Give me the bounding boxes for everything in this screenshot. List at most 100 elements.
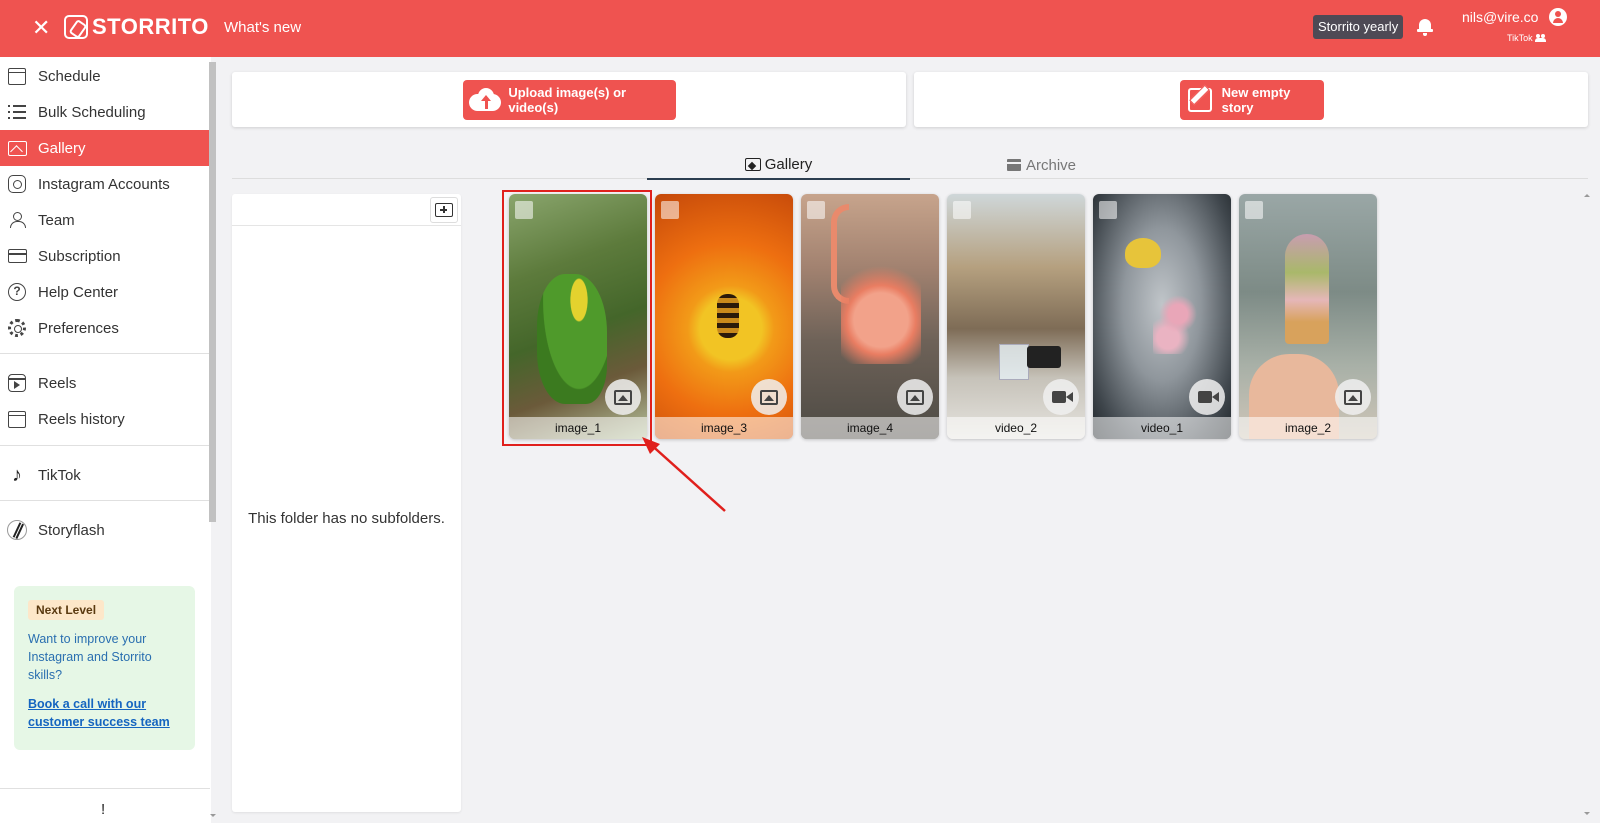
new-empty-story-button[interactable]: New empty story <box>1180 80 1324 120</box>
sidebar-item-bulk-scheduling[interactable]: Bulk Scheduling <box>0 94 210 130</box>
tab-archive[interactable]: Archive <box>910 150 1173 180</box>
media-name: image_4 <box>801 417 939 439</box>
select-checkbox[interactable] <box>807 201 825 219</box>
instagram-icon <box>6 173 28 195</box>
tab-gallery[interactable]: Gallery <box>647 150 910 180</box>
media-item-video-2[interactable]: video_2 <box>947 194 1085 439</box>
sidebar-item-preferences[interactable]: Preferences <box>0 310 210 346</box>
gear-icon <box>6 317 28 339</box>
tab-label: Gallery <box>764 155 813 173</box>
sidebar-item-label: Help Center <box>38 283 119 301</box>
sidebar-item-label: Schedule <box>38 67 101 85</box>
sidebar-divider <box>0 788 210 789</box>
sidebar-scroll-down-icon[interactable] <box>210 814 216 817</box>
image-type-button[interactable] <box>1335 379 1371 415</box>
sidebar-item-gallery[interactable]: Gallery <box>0 130 210 166</box>
list-icon <box>6 101 28 123</box>
upload-button[interactable]: Upload image(s) or video(s) <box>463 80 676 120</box>
bell-icon[interactable] <box>1417 17 1433 37</box>
cloud-upload-icon <box>469 88 502 112</box>
sidebar-divider <box>0 445 210 446</box>
image-type-button[interactable] <box>751 379 787 415</box>
calendar-icon <box>6 408 28 430</box>
image-icon <box>744 157 761 171</box>
plan-badge[interactable]: Storrito yearly <box>1313 15 1404 39</box>
upload-card: Upload image(s) or video(s) <box>232 72 906 127</box>
sidebar-item-label: Reels <box>38 374 77 392</box>
image-type-button[interactable] <box>897 379 933 415</box>
media-name: video_1 <box>1093 417 1231 439</box>
sidebar-item-reels[interactable]: Reels <box>0 365 210 401</box>
sidebar-bottom-mark[interactable]: ! <box>101 801 105 818</box>
select-checkbox[interactable] <box>1099 201 1117 219</box>
sidebar-item-label: Subscription <box>38 247 121 265</box>
media-name: video_2 <box>947 417 1085 439</box>
workspace-label: TikTok <box>1507 33 1533 43</box>
video-type-button[interactable] <box>1189 379 1225 415</box>
close-icon[interactable]: ✕ <box>32 16 50 40</box>
tab-label: Archive <box>1025 156 1077 174</box>
credit-card-icon <box>6 245 28 267</box>
sidebar-item-label: Bulk Scheduling <box>38 103 146 121</box>
no-subfolders-text: This folder has no subfolders. <box>248 510 445 527</box>
sidebar-divider <box>0 500 210 501</box>
video-camera-icon <box>1197 391 1219 403</box>
image-icon <box>1344 389 1362 405</box>
reels-icon <box>6 372 28 394</box>
select-checkbox[interactable] <box>661 201 679 219</box>
sidebar-item-storyflash[interactable]: Storyflash <box>0 512 210 548</box>
sidebar-item-help-center[interactable]: ? Help Center <box>0 274 210 310</box>
sidebar-scrollbar[interactable] <box>209 62 216 522</box>
sidebar-divider <box>0 353 210 354</box>
new-folder-button[interactable] <box>430 197 458 223</box>
edit-icon <box>1188 88 1212 112</box>
content-scroll-down-icon[interactable] <box>1584 812 1590 815</box>
account-circle-icon[interactable] <box>1549 8 1567 26</box>
storyflash-icon <box>6 519 28 541</box>
content-scroll-up-icon[interactable] <box>1584 194 1590 197</box>
team-icon <box>6 209 28 231</box>
promo-text: Want to improve your Instagram and Storr… <box>28 632 152 682</box>
sidebar-item-schedule[interactable]: Schedule <box>0 58 210 94</box>
select-checkbox[interactable] <box>1245 201 1263 219</box>
user-workspace[interactable]: TikTok <box>1507 33 1547 43</box>
sidebar-item-label: Instagram Accounts <box>38 175 170 193</box>
promo-card: Next Level Want to improve your Instagra… <box>14 586 195 750</box>
logo-icon <box>64 15 88 39</box>
top-bar: ✕ STORRITO What's new Storrito yearly ni… <box>0 0 1600 57</box>
sidebar-item-label: Team <box>38 211 75 229</box>
tiktok-icon: ♪ <box>12 464 22 486</box>
sidebar-item-tiktok[interactable]: ♪ TikTok <box>0 457 210 493</box>
folder-panel: This folder has no subfolders. <box>232 194 461 812</box>
sidebar-item-label: Gallery <box>38 139 86 157</box>
media-item-image-4[interactable]: image_4 <box>801 194 939 439</box>
sidebar-item-label: Storyflash <box>38 521 105 539</box>
media-item-image-2[interactable]: image_2 <box>1239 194 1377 439</box>
people-icon <box>1534 34 1547 42</box>
new-story-button-label: New empty story <box>1221 85 1291 115</box>
image-icon <box>906 389 924 405</box>
annotation-arrow <box>642 437 726 512</box>
select-checkbox[interactable] <box>953 201 971 219</box>
archive-icon <box>1006 159 1021 171</box>
video-type-button[interactable] <box>1043 379 1079 415</box>
sidebar-item-subscription[interactable]: Subscription <box>0 238 210 274</box>
whats-new-link[interactable]: What's new <box>224 19 301 36</box>
book-call-link[interactable]: Book a call with our customer success te… <box>28 695 181 731</box>
sidebar-item-team[interactable]: Team <box>0 202 210 238</box>
image-icon <box>760 389 778 405</box>
folder-panel-header <box>232 194 461 226</box>
sidebar-item-label: TikTok <box>38 466 81 484</box>
sidebar-item-instagram-accounts[interactable]: Instagram Accounts <box>0 166 210 202</box>
sidebar-item-label: Preferences <box>38 319 119 337</box>
logo[interactable]: STORRITO <box>64 14 209 40</box>
media-item-image-3[interactable]: image_3 <box>655 194 793 439</box>
user-email[interactable]: nils@vire.co <box>1462 9 1538 25</box>
highlight-box <box>502 190 652 446</box>
help-icon: ? <box>6 281 28 303</box>
upload-button-label: Upload image(s) or video(s) <box>508 85 627 115</box>
sidebar-item-reels-history[interactable]: Reels history <box>0 401 210 437</box>
calendar-icon <box>6 65 28 87</box>
media-name: image_2 <box>1239 417 1377 439</box>
media-item-video-1[interactable]: video_1 <box>1093 194 1231 439</box>
